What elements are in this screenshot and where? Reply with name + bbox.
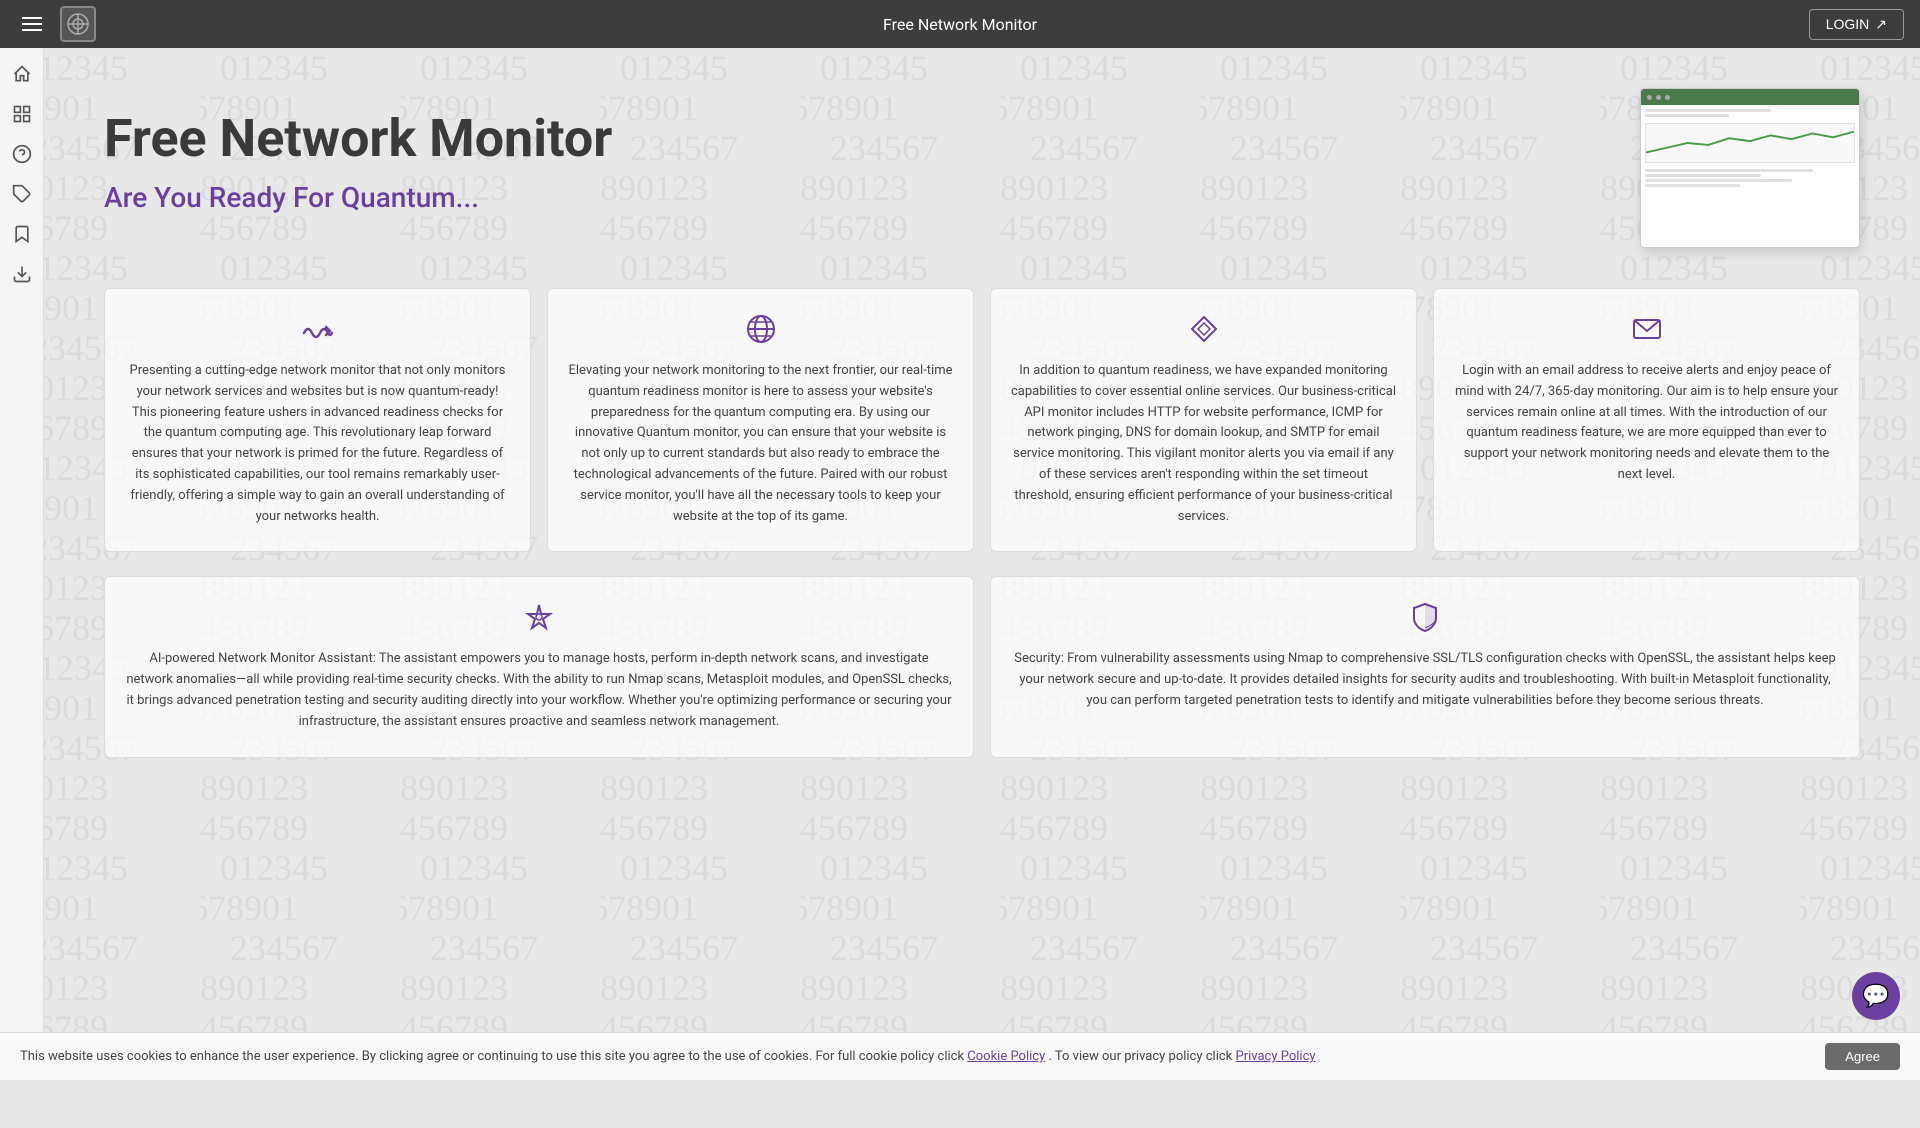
globe-icon: [568, 313, 953, 345]
feature-card-ai-text: AI-powered Network Monitor Assistant: Th…: [125, 649, 953, 732]
chat-icon: 💬: [1862, 984, 1889, 1009]
feature-card-security-text: Security: From vulnerability assessments…: [1011, 649, 1839, 711]
features-grid-2: AI-powered Network Monitor Assistant: Th…: [104, 576, 1860, 757]
cookie-policy-link[interactable]: Cookie Policy: [967, 1049, 1045, 1064]
hero-screenshot: [1640, 88, 1860, 248]
hamburger-icon: [22, 17, 42, 31]
feature-card-quantum-text: Elevating your network monitoring to the…: [568, 361, 953, 527]
privacy-policy-link[interactable]: Privacy Policy: [1236, 1049, 1316, 1064]
sidebar-item-dashboard[interactable]: [4, 96, 40, 132]
feature-card-network-text: Presenting a cutting-edge network monito…: [125, 361, 510, 527]
hero-text: Free Network Monitor Are You Ready For Q…: [104, 88, 1600, 214]
main-content: Free Network Monitor Are You Ready For Q…: [44, 48, 1920, 798]
feature-card-quantum: Elevating your network monitoring to the…: [547, 288, 974, 552]
cookie-text: This website uses cookies to enhance the…: [20, 1049, 1805, 1064]
hero-section: Free Network Monitor Are You Ready For Q…: [104, 88, 1860, 248]
navbar-title: Free Network Monitor: [883, 15, 1037, 34]
agree-button[interactable]: Agree: [1825, 1043, 1900, 1070]
sidebar-item-home[interactable]: [4, 56, 40, 92]
diamond-icon: [1011, 313, 1396, 345]
page-title: Free Network Monitor: [104, 108, 1600, 169]
wave-icon: [125, 313, 510, 345]
feature-card-api: In addition to quantum readiness, we hav…: [990, 288, 1417, 552]
hamburger-button[interactable]: [16, 8, 48, 40]
feature-card-network: Presenting a cutting-edge network monito…: [104, 288, 531, 552]
features-grid: Presenting a cutting-edge network monito…: [104, 288, 1860, 552]
chat-button[interactable]: 💬: [1852, 972, 1900, 1020]
sidebar-item-help[interactable]: [4, 136, 40, 172]
mail-icon: [1454, 313, 1839, 345]
sidebar-item-download[interactable]: [4, 256, 40, 292]
feature-card-alerts-text: Login with an email address to receive a…: [1454, 361, 1839, 486]
feature-card-ai: AI-powered Network Monitor Assistant: Th…: [104, 576, 974, 757]
feature-card-api-text: In addition to quantum readiness, we hav…: [1011, 361, 1396, 527]
sidebar: [0, 48, 44, 1080]
logo-icon: [60, 6, 96, 42]
navbar: Free Network Monitor LOGIN ↗: [0, 0, 1920, 48]
feature-card-security: Security: From vulnerability assessments…: [990, 576, 1860, 757]
login-icon: ↗: [1875, 16, 1887, 33]
login-button[interactable]: LOGIN ↗: [1809, 9, 1904, 40]
cookie-bar: This website uses cookies to enhance the…: [0, 1032, 1920, 1080]
star-icon: [125, 601, 953, 633]
sidebar-item-tags[interactable]: [4, 176, 40, 212]
sidebar-item-bookmark[interactable]: [4, 216, 40, 252]
screenshot-bar: [1641, 89, 1859, 105]
hero-subtitle: Are You Ready For Quantum...: [104, 181, 1600, 214]
navbar-left: [16, 6, 96, 42]
feature-card-alerts: Login with an email address to receive a…: [1433, 288, 1860, 552]
shield-icon: [1011, 601, 1839, 633]
